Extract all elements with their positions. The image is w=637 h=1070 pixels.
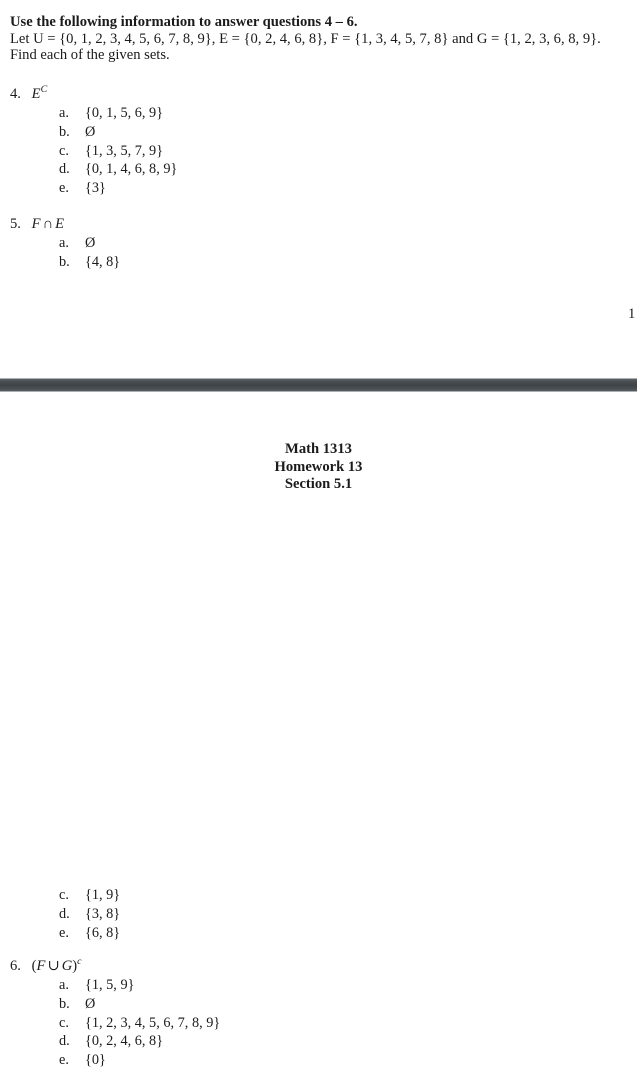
question-5-choices: a. Ø b. {4, 8} (59, 234, 120, 272)
question-6-number: 6. (10, 958, 21, 974)
page-separator-band (0, 378, 637, 392)
list-item[interactable]: b. Ø (59, 995, 220, 1014)
question-4-stem: 4. EC (10, 84, 48, 102)
question-5-expression: F ∩ E (32, 216, 64, 232)
list-item[interactable]: e. {0} (59, 1051, 220, 1070)
choice-text: {0, 1, 4, 6, 8, 9} (85, 161, 178, 178)
choice-text: {1, 3, 5, 7, 9} (85, 142, 164, 159)
choice-letter: a. (59, 105, 69, 121)
list-item[interactable]: b. Ø (59, 123, 177, 142)
list-item[interactable]: c. {1, 9} (59, 886, 120, 905)
question-5-continued-choices: c. {1, 9} d. {3, 8} e. {6, 8} (59, 886, 120, 942)
question-6-exponent: c (77, 956, 82, 968)
choice-text: Ø (85, 123, 96, 140)
choice-text: {0, 1, 5, 6, 9} (85, 105, 164, 121)
choice-letter: b. (59, 995, 70, 1012)
question-4-expression: EC (31, 84, 48, 102)
question-6-stem: 6. (F ∪ G)c (10, 956, 82, 974)
question-4-base: E (31, 86, 41, 102)
choice-text: Ø (85, 235, 96, 251)
question-4-choices: a. {0, 1, 5, 6, 9} b. Ø c. {1, 3, 5, 7, 9} … (59, 104, 177, 198)
choice-text: {0, 2, 4, 6, 8} (85, 1033, 164, 1050)
question-5-right-set: E (55, 216, 65, 232)
choice-letter: e. (59, 924, 69, 941)
list-item[interactable]: e. {3} (59, 179, 177, 198)
document-page-1: Use the following information to answer … (0, 0, 637, 378)
choice-letter: b. (59, 123, 70, 140)
choice-text: {1, 5, 9} (85, 977, 135, 993)
choice-letter: e. (59, 180, 69, 197)
choice-letter: a. (59, 235, 69, 251)
list-item[interactable]: c. {1, 2, 3, 4, 5, 6, 7, 8, 9} (59, 1014, 220, 1033)
choice-letter: c. (59, 142, 69, 159)
choice-letter: c. (59, 887, 69, 903)
choice-letter: d. (59, 1033, 70, 1050)
choice-text: {3, 8} (85, 905, 121, 922)
list-item[interactable]: c. {1, 3, 5, 7, 9} (59, 142, 177, 161)
intro-body: Let U = {0, 1, 2, 3, 4, 5, 6, 7, 8, 9}, … (10, 30, 601, 64)
document-page-2: Math 1313 Homework 13 Section 5.1 c. {1, … (0, 392, 637, 1068)
page-number: 1 (628, 306, 636, 322)
list-item[interactable]: d. {0, 2, 4, 6, 8} (59, 1032, 220, 1051)
header-assignment: Homework 13 (274, 458, 363, 475)
choice-letter: d. (59, 161, 70, 178)
list-item[interactable]: d. {0, 1, 4, 6, 8, 9} (59, 160, 177, 179)
question-5-left-set: F (31, 216, 41, 232)
choice-letter: e. (59, 1052, 69, 1069)
intersection-icon: ∩ (42, 216, 54, 232)
list-item[interactable]: a. Ø (59, 234, 120, 253)
question-6-expression: (F ∪ G)c (32, 956, 82, 974)
list-item[interactable]: b. {4, 8} (59, 253, 120, 272)
list-item[interactable]: e. {6, 8} (59, 924, 120, 943)
document-header: Math 1313 Homework 13 Section 5.1 (0, 441, 637, 494)
choice-text: {3} (85, 180, 106, 197)
choice-text: {1, 9} (85, 887, 121, 903)
question-6-right-set: G (61, 958, 73, 974)
choice-text: Ø (85, 995, 96, 1012)
intro-paragraph: Use the following information to answer … (10, 14, 628, 64)
list-item[interactable]: a. {1, 5, 9} (59, 976, 220, 995)
list-item[interactable]: d. {3, 8} (59, 905, 120, 924)
list-item[interactable]: a. {0, 1, 5, 6, 9} (59, 104, 177, 123)
header-section: Section 5.1 (284, 476, 353, 493)
choice-letter: a. (59, 977, 69, 993)
header-course: Math 1313 (285, 441, 352, 457)
choice-text: {4, 8} (85, 253, 121, 270)
choice-letter: c. (59, 1014, 69, 1031)
intro-heading: Use the following information to answer … (10, 14, 358, 30)
question-5-stem: 5. F ∩ E (10, 216, 64, 232)
union-icon: ∪ (47, 958, 60, 974)
choice-text: {0} (85, 1052, 106, 1069)
choice-letter: d. (59, 905, 70, 922)
choice-letter: b. (59, 253, 70, 270)
question-6-choices: a. {1, 5, 9} b. Ø c. {1, 2, 3, 4, 5, 6, 7, … (59, 976, 220, 1070)
question-5-number: 5. (10, 216, 21, 232)
question-4-exponent: C (40, 84, 48, 96)
choice-text: {1, 2, 3, 4, 5, 6, 7, 8, 9} (85, 1014, 221, 1031)
question-4-number: 4. (10, 86, 21, 102)
choice-text: {6, 8} (85, 924, 121, 941)
